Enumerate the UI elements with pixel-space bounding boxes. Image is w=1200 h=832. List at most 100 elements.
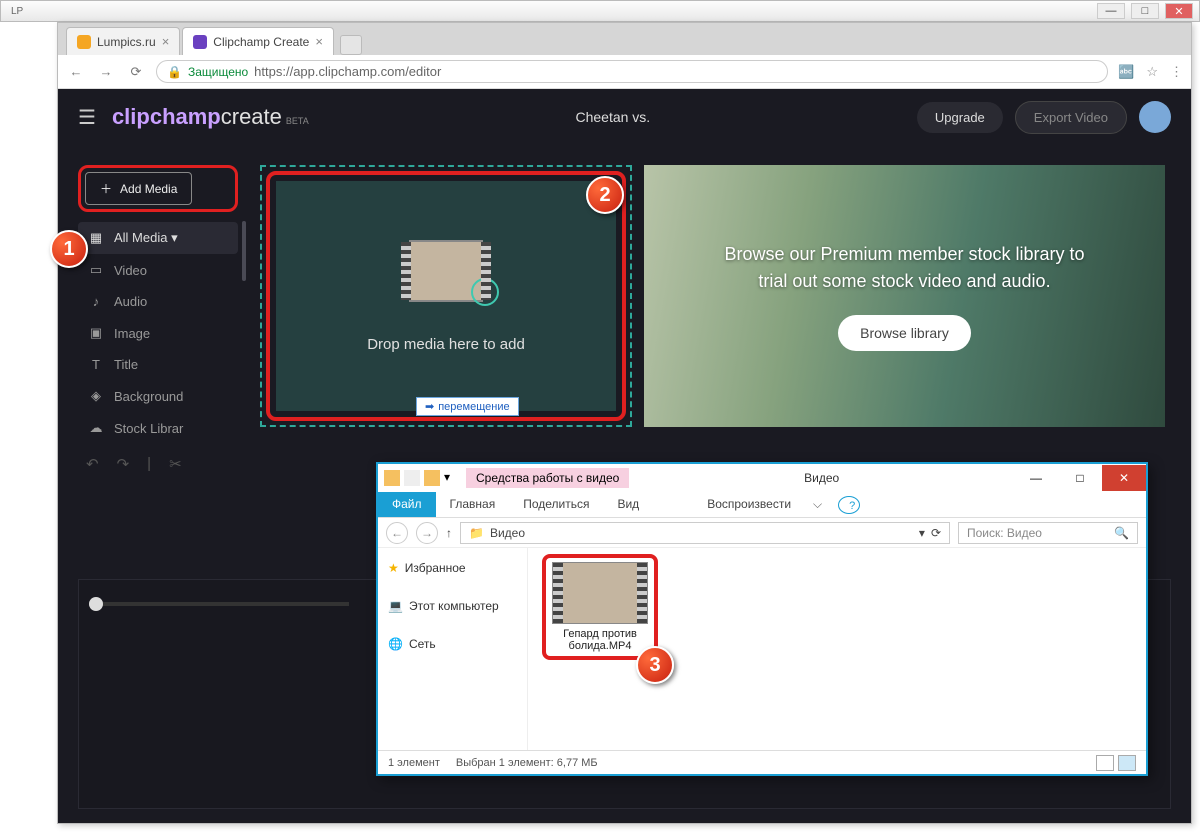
project-title[interactable]: Cheetan vs. [309,109,917,125]
os-close-button[interactable]: ✕ [1165,3,1193,19]
explorer-search-input[interactable]: Поиск: Видео 🔍 [958,522,1138,544]
os-maximize-button[interactable]: □ [1131,3,1159,19]
callout-2: 2 [586,176,624,214]
explorer-back-button[interactable]: ← [386,522,408,544]
explorer-close-button[interactable]: ✕ [1102,465,1146,491]
drag-preview-thumb: + [409,240,483,302]
ribbon-collapse-icon[interactable]: ⌵ [805,492,830,517]
premium-text-1: Browse our Premium member stock library … [724,241,1084,268]
sidebar-label: Stock Librar [114,421,183,436]
sidebar-item-all-media[interactable]: ▦All Media ▾ [78,222,238,254]
slider-knob[interactable] [89,597,103,611]
network-icon: 🌐 [388,637,403,651]
os-minimize-button[interactable]: — [1097,3,1125,19]
back-button[interactable]: ← [66,64,86,79]
view-details-button[interactable] [1096,755,1114,771]
sidebar-label: Title [114,357,138,372]
forward-button[interactable]: → [96,64,116,79]
explorer-title: Видео [629,471,1014,485]
audio-icon: ♪ [88,294,104,309]
ribbon-context-label: Средства работы с видео [466,468,629,488]
search-icon: 🔍 [1114,526,1129,540]
explorer-minimize-button[interactable]: — [1014,465,1058,491]
plus-circle-icon: + [471,278,499,306]
zoom-slider[interactable] [89,602,349,606]
view-icons-button[interactable] [1118,755,1136,771]
refresh-icon[interactable]: ⟳ [931,526,941,540]
divider: | [147,455,151,473]
explorer-window-controls: — □ ✕ [1014,465,1146,491]
app-header: ☰ clipchamp create BETA Cheetan vs. Upgr… [58,89,1191,145]
add-media-button[interactable]: ＋ Add Media [85,172,192,205]
sidebar-item-title[interactable]: TTitle [78,349,238,380]
folder-icon[interactable] [384,470,400,486]
menu-icon[interactable]: ⋮ [1170,64,1183,80]
sidebar-label: All Media ▾ [114,230,178,246]
browser-tab-lumpics[interactable]: Lumpics.ru × [66,27,180,55]
explorer-forward-button[interactable]: → [416,522,438,544]
browse-library-button[interactable]: Browse library [838,315,971,351]
file-name: Гепард против болида.MP4 [550,628,650,652]
nav-this-pc[interactable]: 💻Этот компьютер [384,594,521,618]
sidebar-item-audio[interactable]: ♪Audio [78,286,238,317]
nav-network[interactable]: 🌐Сеть [384,632,521,656]
drag-tooltip: ➡ перемещение [416,397,519,416]
sidebar-item-background[interactable]: ◈Background [78,380,238,412]
tab-title: Lumpics.ru [97,35,156,49]
background-icon: ◈ [88,388,104,404]
lock-icon: 🔒 [167,65,182,79]
dropzone-area[interactable]: + Drop media here to add [260,165,632,427]
ribbon-tab-home[interactable]: Главная [436,492,510,517]
translate-icon[interactable]: 🔤 [1118,64,1134,80]
undo-icon[interactable]: ↶ [86,455,99,473]
sidebar-label: Video [114,263,147,278]
nav-favorites[interactable]: ★Избранное [384,556,521,580]
explorer-body: ★Избранное 💻Этот компьютер 🌐Сеть Гепард … [378,548,1146,750]
help-icon[interactable]: ? [838,496,860,514]
hamburger-icon[interactable]: ☰ [78,105,96,130]
explorer-content[interactable]: Гепард против болида.MP4 [528,548,1146,750]
chevron-down-icon[interactable]: ▾ [919,526,925,540]
chevron-down-icon[interactable]: ▾ [444,470,460,486]
ribbon-tab-play[interactable]: Воспроизвести [693,492,805,517]
explorer-titlebar: ▾ Средства работы с видео Видео — □ ✕ [378,464,1146,492]
user-avatar[interactable] [1139,101,1171,133]
breadcrumb[interactable]: 📁 Видео ▾ ⟳ [460,522,950,544]
explorer-maximize-button[interactable]: □ [1058,465,1102,491]
dropzone[interactable]: + Drop media here to add [276,181,616,411]
star-icon[interactable]: ☆ [1146,64,1158,80]
upgrade-button[interactable]: Upgrade [917,102,1003,133]
sidebar-item-stock[interactable]: ☁Stock Librar [78,412,238,444]
reload-button[interactable]: ⟳ [126,64,146,80]
explorer-up-button[interactable]: ↑ [446,526,452,540]
properties-icon[interactable] [404,470,420,486]
header-actions: Upgrade Export Video [917,101,1171,134]
url-field[interactable]: 🔒 Защищено https://app.clipchamp.com/edi… [156,60,1108,83]
ribbon-tab-share[interactable]: Поделиться [509,492,603,517]
file-item[interactable]: Гепард против болида.MP4 [550,562,650,652]
os-titlebar: LP — □ ✕ [0,0,1200,22]
scissors-icon[interactable]: ✂ [169,455,182,473]
image-icon: ▣ [88,325,104,341]
add-media-label: Add Media [120,182,177,196]
plus-icon: ＋ [100,180,112,197]
tab-close-icon[interactable]: × [315,34,323,49]
add-media-highlight: ＋ Add Media [78,165,238,212]
tab-close-icon[interactable]: × [162,34,170,49]
new-folder-icon[interactable] [424,470,440,486]
tab-strip: Lumpics.ru × Clipchamp Create × [58,23,1191,55]
lp-badge: LP [7,6,23,17]
explorer-status-bar: 1 элемент Выбран 1 элемент: 6,77 МБ [378,750,1146,774]
ribbon-tab-file[interactable]: Файл [378,492,436,517]
browser-tab-clipchamp[interactable]: Clipchamp Create × [182,27,334,55]
sidebar-item-image[interactable]: ▣Image [78,317,238,349]
sidebar-scrollbar[interactable] [242,221,246,281]
ribbon-tab-view[interactable]: Вид [603,492,653,517]
folder-icon: 📁 [469,526,484,540]
sidebar-item-video[interactable]: ▭Video [78,254,238,286]
export-video-button[interactable]: Export Video [1015,101,1127,134]
redo-icon[interactable]: ↷ [117,455,130,473]
new-tab-button[interactable] [340,35,362,55]
quick-access-toolbar: ▾ [378,470,466,486]
premium-panel: Browse our Premium member stock library … [644,165,1165,427]
